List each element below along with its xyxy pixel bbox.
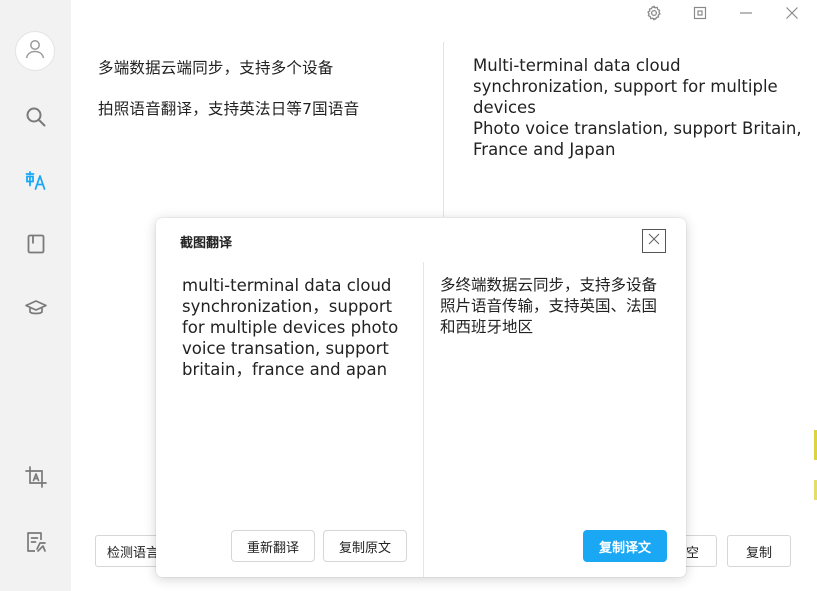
sidebar-item-screenshot-translate[interactable] (0, 457, 71, 501)
close-icon (784, 5, 800, 26)
dialog-close-button[interactable] (642, 229, 666, 253)
minimize-icon (738, 5, 754, 26)
target-paragraph-2: Photo voice translation, support Britain… (473, 119, 802, 159)
sidebar-item-document-translate[interactable] (0, 522, 71, 566)
sidebar (0, 0, 71, 591)
copy-translation-button[interactable]: 复制译文 (583, 530, 667, 562)
restore-icon (692, 5, 708, 26)
copy-original-button[interactable]: 复制原文 (323, 530, 407, 562)
dialog-divider (423, 262, 424, 577)
sidebar-item-search[interactable] (0, 97, 71, 141)
gear-icon (646, 5, 662, 26)
sidebar-item-translate[interactable] (0, 161, 71, 205)
screenshot-translate-icon (24, 465, 48, 494)
dialog-translated-text[interactable]: 多终端数据云同步，支持多设备照片语音传输，支持英国、法国和西班牙地区 (440, 275, 665, 338)
retranslate-button[interactable]: 重新翻译 (231, 530, 315, 562)
dialog-title: 截图翻译 (180, 236, 233, 251)
close-window-button[interactable] (781, 4, 803, 26)
target-paragraph-1: Multi-terminal data cloud synchronizatio… (473, 56, 778, 117)
sidebar-item-notebook[interactable] (0, 224, 71, 268)
sidebar-item-learn[interactable] (0, 288, 71, 332)
copy-button[interactable]: 复制 (727, 535, 791, 567)
source-line-1: 多端数据云端同步，支持多个设备 (98, 59, 334, 77)
avatar[interactable] (15, 31, 55, 71)
pane-divider (443, 42, 444, 217)
minimize-button[interactable] (735, 4, 757, 26)
search-icon (25, 106, 47, 133)
settings-button[interactable] (643, 4, 665, 26)
dialog-source-text[interactable]: multi-terminal data cloud synchronizatio… (182, 275, 410, 380)
document-translate-icon (24, 530, 48, 559)
avatar-user-icon (23, 37, 47, 66)
translate-icon (24, 169, 48, 198)
close-icon (647, 232, 661, 251)
restore-button[interactable] (689, 4, 711, 26)
screenshot-translate-dialog: 截图翻译 multi-terminal data cloud synchroni… (156, 218, 686, 577)
graduation-cap-icon (24, 296, 48, 325)
notebook-icon (25, 233, 47, 260)
source-line-2: 拍照语音翻译，支持英法日等7国语音 (98, 100, 360, 118)
